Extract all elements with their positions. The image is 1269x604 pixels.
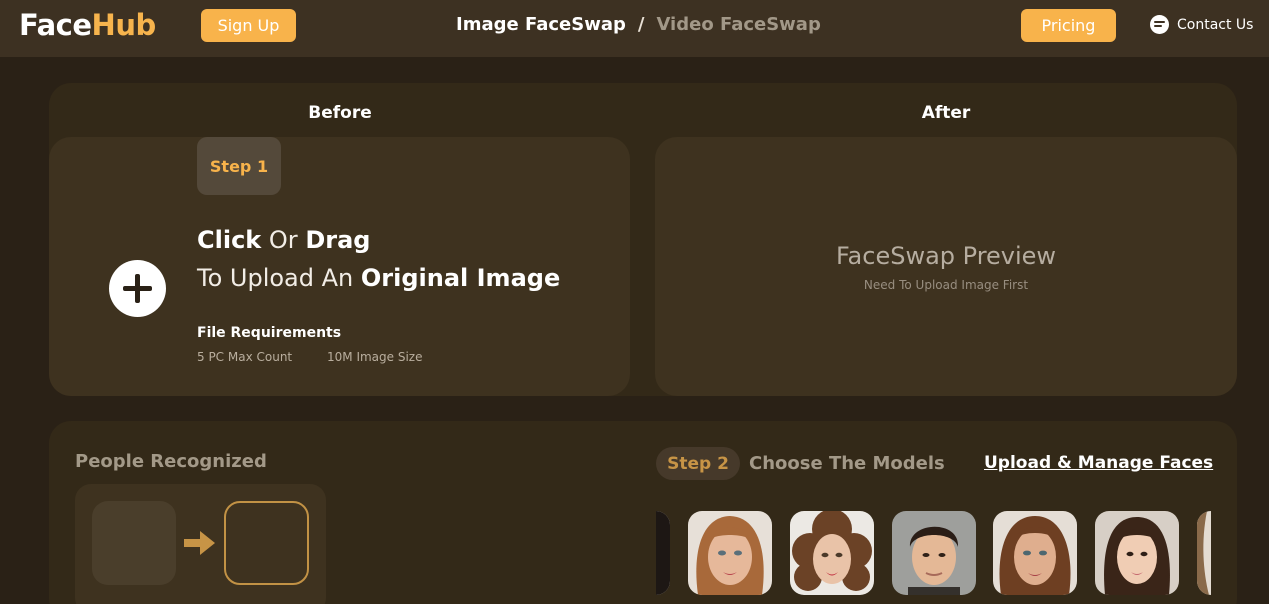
model-man[interactable] bbox=[892, 511, 976, 595]
nav-image-faceswap[interactable]: Image FaceSwap bbox=[456, 14, 626, 35]
pricing-button[interactable]: Pricing bbox=[1021, 9, 1116, 42]
step2-badge: Step 2 bbox=[656, 447, 740, 480]
upload-instruction-line1: Click Or Drag bbox=[197, 226, 370, 254]
upload-manage-faces-link[interactable]: Upload & Manage Faces bbox=[984, 453, 1213, 473]
preview-subtitle: Need To Upload Image First bbox=[863, 278, 1029, 292]
file-requirements-title: File Requirements bbox=[197, 325, 342, 341]
before-title: Before bbox=[308, 103, 372, 123]
upload-instruction-line2: To Upload An Original Image bbox=[197, 264, 560, 292]
mode-nav: Image FaceSwap / Video FaceSwap bbox=[456, 14, 821, 35]
logo-face-text: Face bbox=[19, 8, 92, 42]
model-partial-right[interactable] bbox=[1197, 511, 1211, 595]
source-face-slot[interactable] bbox=[92, 501, 176, 585]
model-woman-blonde[interactable] bbox=[688, 511, 772, 595]
people-recognized-title: People Recognized bbox=[75, 451, 267, 472]
step1-badge: Step 1 bbox=[197, 137, 281, 195]
models-carousel[interactable] bbox=[656, 511, 1211, 595]
contact-us-link[interactable]: Contact Us bbox=[1150, 15, 1253, 34]
contact-us-label: Contact Us bbox=[1177, 16, 1254, 33]
nav-video-faceswap[interactable]: Video FaceSwap bbox=[656, 14, 820, 35]
top-header: FaceHub Sign Up Image FaceSwap / Video F… bbox=[0, 0, 1269, 57]
upload-click-text: Click bbox=[197, 226, 262, 254]
image-size-requirement: 10M Image Size bbox=[327, 350, 423, 364]
arrow-right-icon bbox=[184, 531, 215, 555]
logo-hub-text: Hub bbox=[91, 8, 157, 42]
after-title: After bbox=[921, 103, 971, 123]
sign-up-button[interactable]: Sign Up bbox=[201, 9, 296, 42]
model-woman-auburn[interactable] bbox=[993, 511, 1077, 595]
model-woman-asian[interactable] bbox=[1095, 511, 1179, 595]
target-face-slot[interactable] bbox=[224, 501, 309, 585]
upload-original-text: Original Image bbox=[360, 264, 561, 292]
plus-icon[interactable] bbox=[109, 260, 166, 317]
upload-to-text: To Upload An bbox=[197, 264, 354, 292]
upload-drag-text: Drag bbox=[305, 226, 371, 254]
facehub-logo[interactable]: FaceHub bbox=[19, 8, 156, 42]
chat-icon bbox=[1150, 15, 1169, 34]
preview-title: FaceSwap Preview bbox=[835, 242, 1057, 270]
choose-models-title: Choose The Models bbox=[749, 453, 945, 474]
nav-separator: / bbox=[637, 14, 645, 35]
upload-or-text: Or bbox=[268, 226, 298, 254]
max-count-requirement: 5 PC Max Count bbox=[197, 350, 293, 364]
model-partial-left[interactable] bbox=[656, 511, 670, 595]
model-woman-curly[interactable] bbox=[790, 511, 874, 595]
